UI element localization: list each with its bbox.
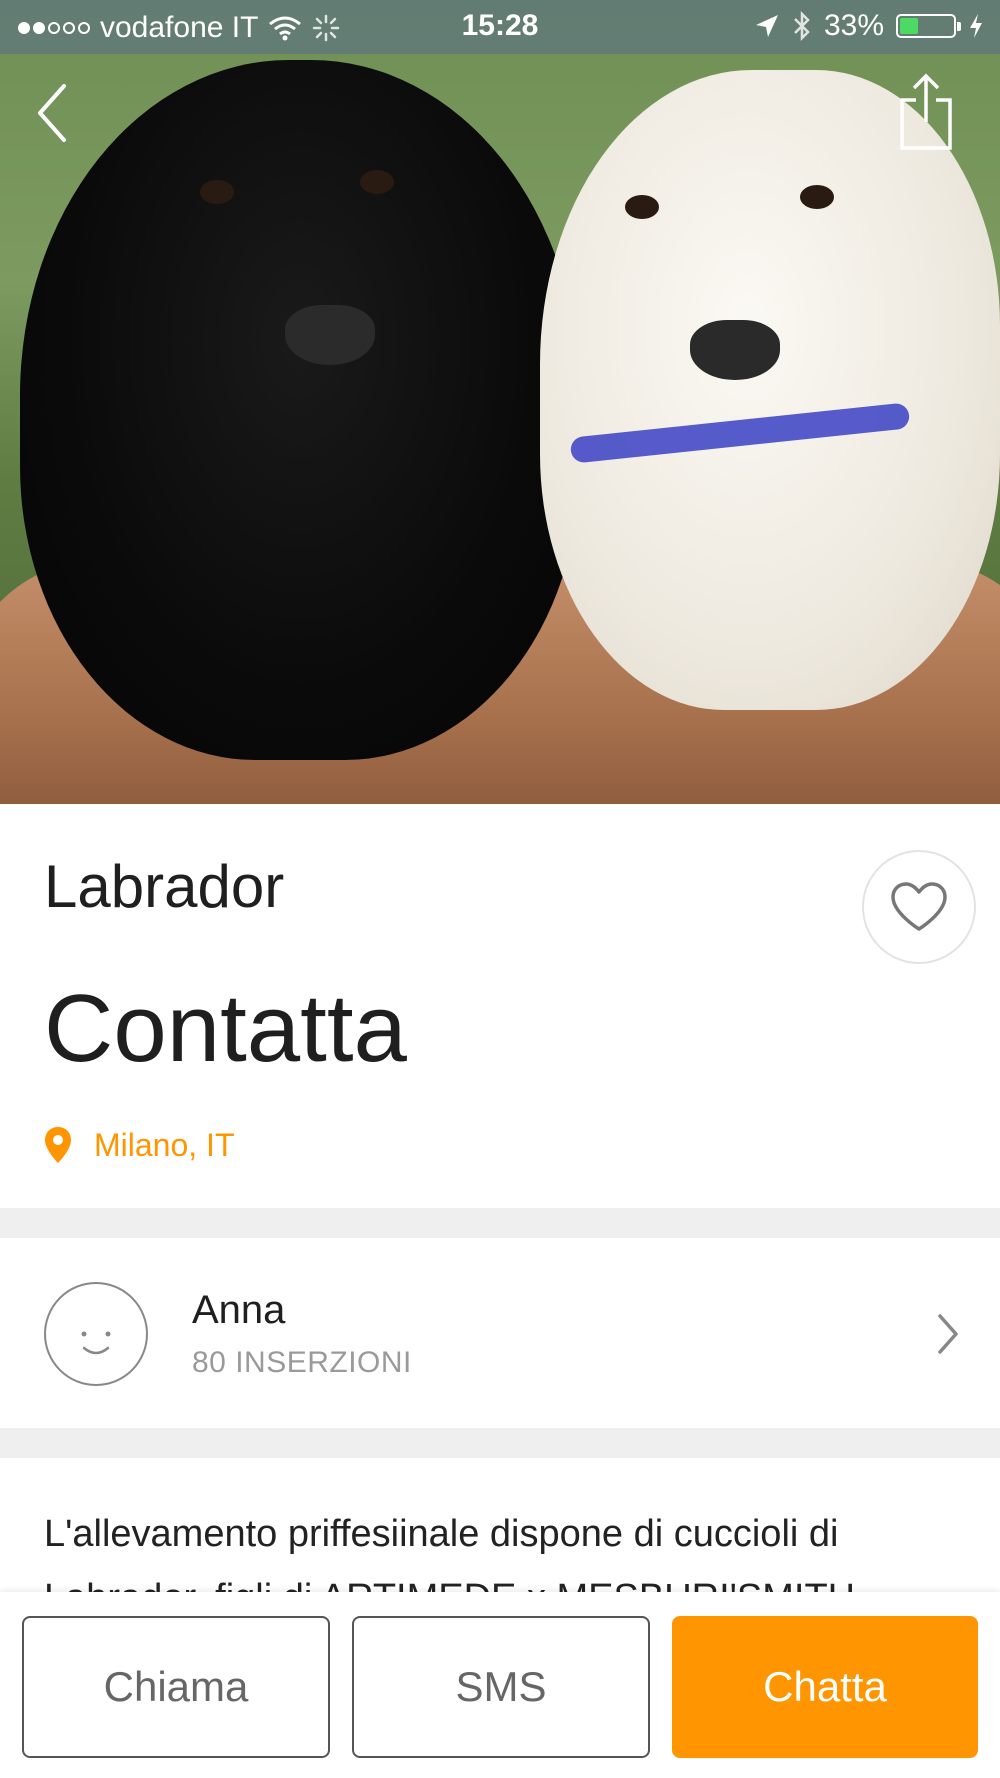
photo-black-puppy	[20, 60, 580, 760]
chat-button[interactable]: Chatta	[672, 1616, 978, 1758]
photo-white-puppy	[540, 70, 1000, 710]
photo-eye	[200, 180, 234, 204]
listing-photo[interactable]	[0, 0, 1000, 804]
action-bar: Chiama SMS Chatta	[0, 1592, 1000, 1778]
photo-nose	[285, 305, 375, 365]
listing-title: Labrador	[44, 853, 285, 920]
seller-name: Anna	[192, 1288, 286, 1332]
section-divider	[0, 1208, 1000, 1238]
call-button[interactable]: Chiama	[22, 1616, 330, 1758]
listing-price: Contatta	[44, 975, 407, 1082]
chevron-right-icon	[938, 1314, 958, 1354]
battery-icon	[896, 14, 961, 38]
photo-nose	[690, 320, 780, 380]
listing-description: L'allevamento priffesiinale dispone di c…	[0, 1458, 1000, 1598]
seller-avatar	[44, 1282, 148, 1386]
section-divider	[0, 1428, 1000, 1458]
status-right: 33%	[754, 9, 984, 43]
listing-location: Milano, IT	[44, 1126, 234, 1164]
photo-eye	[800, 185, 834, 209]
share-button[interactable]	[896, 72, 956, 152]
avatar-smiley-icon	[81, 1331, 111, 1355]
location-text: Milano, IT	[94, 1126, 235, 1163]
favorite-button[interactable]	[862, 850, 976, 964]
seller-row[interactable]: Anna 80 INSERZIONI	[0, 1238, 1000, 1428]
battery-percent: 33%	[823, 9, 884, 42]
sms-button[interactable]: SMS	[352, 1616, 650, 1758]
back-button[interactable]	[30, 78, 80, 148]
back-icon	[38, 84, 66, 142]
description-text: L'allevamento priffesiinale dispone di c…	[44, 1513, 856, 1598]
bluetooth-icon	[794, 11, 810, 41]
heart-icon	[891, 882, 947, 931]
location-arrow-icon	[755, 15, 778, 37]
charging-icon	[970, 14, 982, 38]
photo-eye	[360, 170, 394, 194]
status-bar: vodafone IT 15:28 33%	[0, 0, 1000, 54]
listing-header: Labrador Contatta Milano, IT	[0, 804, 1000, 1208]
photo-eye	[625, 195, 659, 219]
share-icon	[900, 73, 952, 150]
seller-listings-count: 80 INSERZIONI	[192, 1346, 412, 1379]
location-pin-icon	[45, 1127, 71, 1163]
